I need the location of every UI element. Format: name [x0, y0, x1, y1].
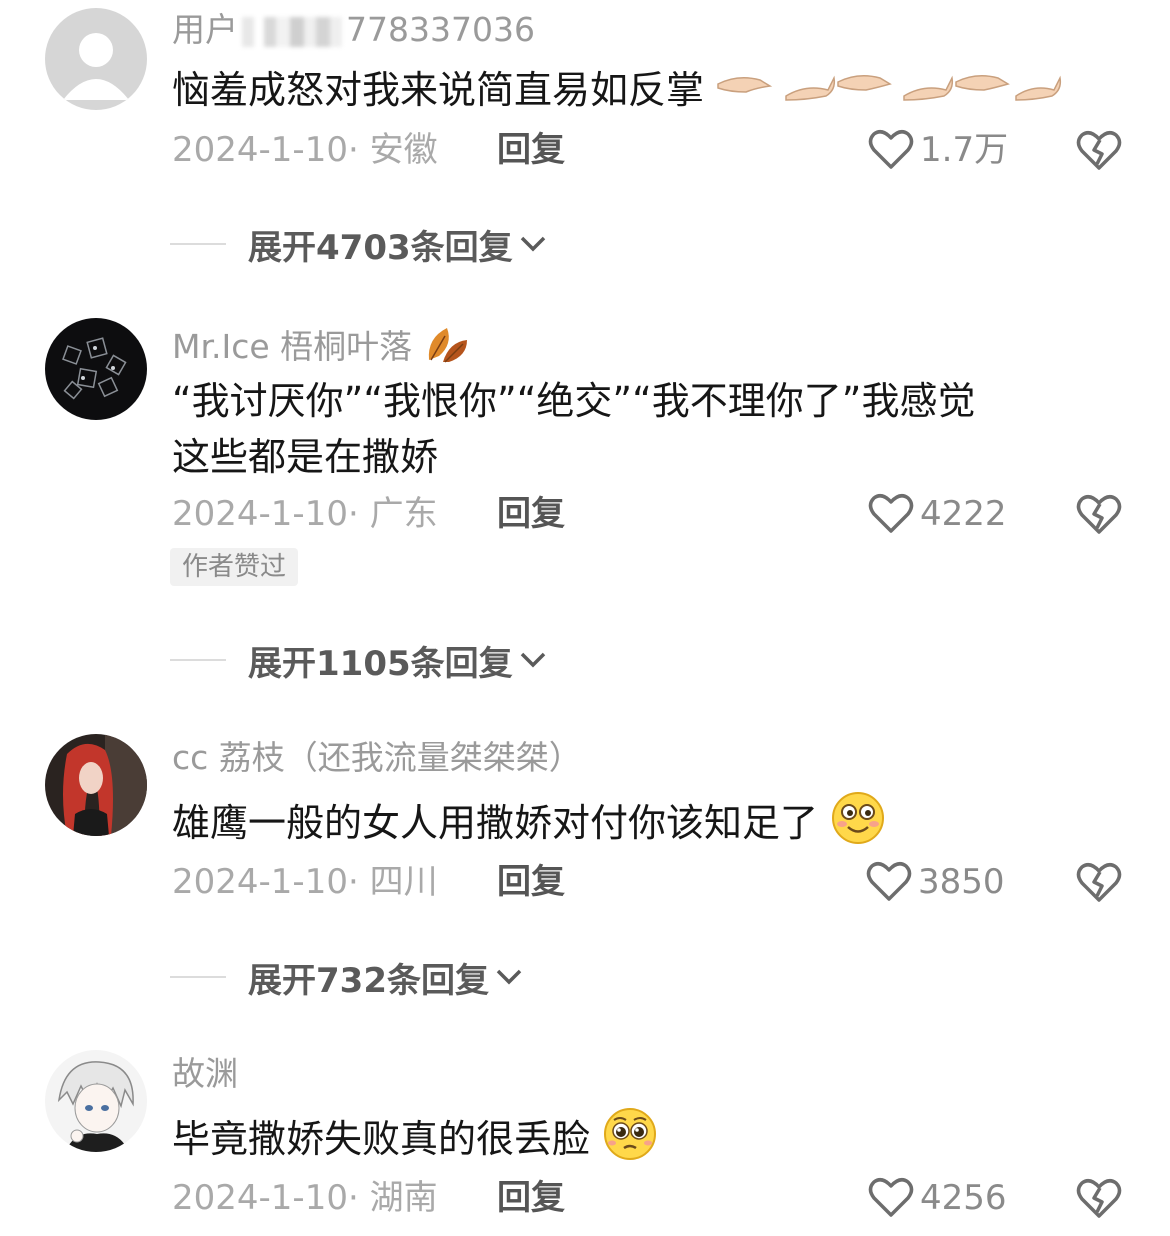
fallen-leaf-icon [423, 322, 471, 375]
date-location: 2024-1-10· 广东 [172, 494, 438, 534]
like-count: 4256 [920, 1178, 1007, 1218]
reply-button[interactable]: 回复 [497, 1176, 565, 1220]
divider [170, 659, 226, 661]
smiling-face-emoji-icon [830, 790, 886, 861]
broken-heart-icon [1076, 495, 1122, 534]
redacted-blur [242, 16, 342, 47]
comment-text: “我讨厌你”“我恨你”“绝交”“我不理你了”我感觉 这些都是在撒娇 [172, 379, 976, 479]
like-button[interactable]: 4222 [868, 492, 1007, 536]
heart-outline-icon [866, 862, 912, 901]
date-location: 2024-1-10· 湖南 [172, 1178, 438, 1218]
heart-outline-icon [868, 130, 914, 169]
comment-meta: 2024-1-10· 安徽 回复 1.7万 [172, 128, 1132, 172]
chevron-down-icon [496, 969, 522, 985]
like-count: 1.7万 [920, 130, 1009, 170]
comment-meta: 2024-1-10· 四川 回复 3850 [172, 860, 1132, 904]
divider [170, 243, 226, 245]
broken-heart-icon [1076, 863, 1122, 902]
comment-username[interactable]: Mr.Ice 梧桐叶落 [172, 322, 471, 375]
chevron-down-icon [520, 236, 545, 252]
expand-replies[interactable]: 展开4703条回复 [170, 222, 547, 268]
pleading-face-emoji-icon [602, 1106, 658, 1177]
reply-button[interactable]: 回复 [497, 128, 565, 172]
comment-text: 恼羞成怒对我来说简直易如反掌 [172, 62, 1132, 121]
comment-username[interactable]: cc 荔枝（还我流量桀桀桀） [172, 738, 582, 778]
date-location: 2024-1-10· 安徽 [172, 130, 438, 170]
avatar[interactable] [45, 734, 147, 836]
chevron-down-icon [520, 652, 545, 668]
date-location: 2024-1-10· 四川 [172, 862, 438, 902]
expand-replies[interactable]: 展开732条回复 [170, 955, 523, 1001]
broken-heart-icon [1076, 131, 1122, 170]
comment-meta: 2024-1-10· 广东 回复 4222 [172, 492, 1132, 536]
comment-username[interactable]: 用户 778337036 [172, 10, 535, 50]
like-button[interactable]: 1.7万 [868, 128, 1008, 172]
expand-replies[interactable]: 展开1105条回复 [170, 638, 547, 684]
broken-heart-icon [1076, 1179, 1122, 1218]
avatar[interactable] [45, 318, 147, 420]
like-button[interactable]: 4256 [868, 1176, 1007, 1220]
reply-button[interactable]: 回复 [497, 492, 565, 536]
reply-button[interactable]: 回复 [497, 860, 565, 904]
like-count: 3850 [918, 862, 1005, 902]
dislike-button[interactable] [1076, 494, 1122, 547]
dislike-button[interactable] [1076, 862, 1122, 915]
comment-meta: 2024-1-10· 湖南 回复 4256 [172, 1176, 1132, 1220]
hand-emoji-icon [716, 65, 1066, 121]
heart-outline-icon [868, 494, 914, 533]
like-button[interactable]: 3850 [866, 860, 1005, 904]
comment-username[interactable]: 故渊 [172, 1054, 238, 1094]
dislike-button[interactable] [1076, 1178, 1122, 1231]
comment-text: 毕竟撒娇失败真的很丢脸 [172, 1106, 1132, 1177]
avatar[interactable] [45, 1050, 147, 1152]
dislike-button[interactable] [1076, 130, 1122, 183]
comment-text: 雄鹰一般的女人用撒娇对付你该知足了 [172, 790, 1132, 861]
divider [170, 976, 226, 978]
like-count: 4222 [920, 494, 1007, 534]
avatar[interactable] [45, 8, 147, 110]
heart-outline-icon [868, 1178, 914, 1217]
author-liked-badge: 作者赞过 [170, 548, 299, 586]
